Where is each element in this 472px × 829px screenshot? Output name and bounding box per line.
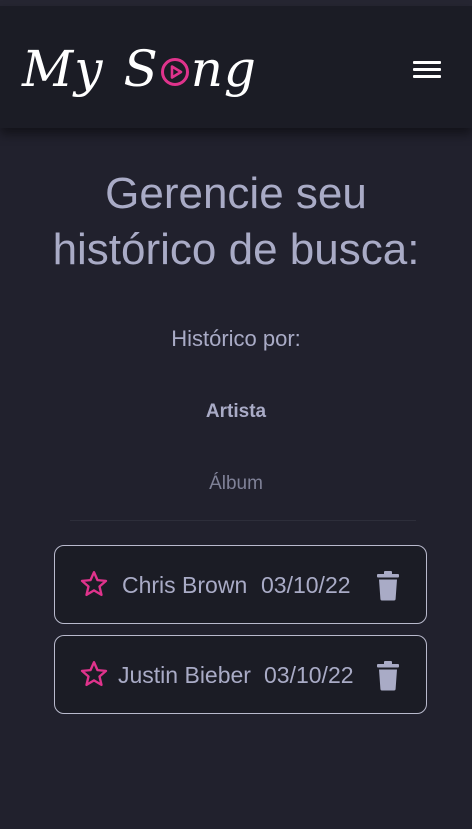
trash-icon[interactable] [376,571,400,601]
history-item-name: Justin Bieber [118,662,251,688]
star-outline-icon[interactable] [79,569,109,599]
page-title-line-1: Gerencie seu [105,169,367,218]
app-header: My S ng [0,6,472,128]
history-item-name: Chris Brown [122,572,248,598]
page-title-line-2: histórico de busca: [52,225,420,274]
history-by-label: Histórico por: [171,326,301,351]
history-item: Chris Brown 03/10/22 [54,545,427,624]
tab-artist[interactable]: Artista [0,401,472,423]
logo-letter-s: S [123,40,159,98]
logo-letters-ng: ng [190,40,257,98]
play-circle-icon [160,58,189,86]
history-item: Justin Bieber 03/10/22 [54,635,427,714]
menu-bar-1 [413,61,441,64]
tab-album[interactable]: Álbum [0,473,472,495]
page-title: Gerencie seu histórico de busca: [0,166,472,278]
history-item-date: 03/10/22 [261,572,351,598]
hamburger-menu-icon[interactable] [410,58,444,86]
logo-word-my: My [22,40,104,98]
history-item-date: 03/10/22 [264,662,354,688]
app-logo[interactable]: My S ng [22,34,257,104]
divider [70,520,416,521]
menu-bar-3 [413,75,441,78]
star-outline-icon[interactable] [79,659,109,689]
trash-icon[interactable] [376,661,400,691]
menu-bar-2 [413,68,441,71]
